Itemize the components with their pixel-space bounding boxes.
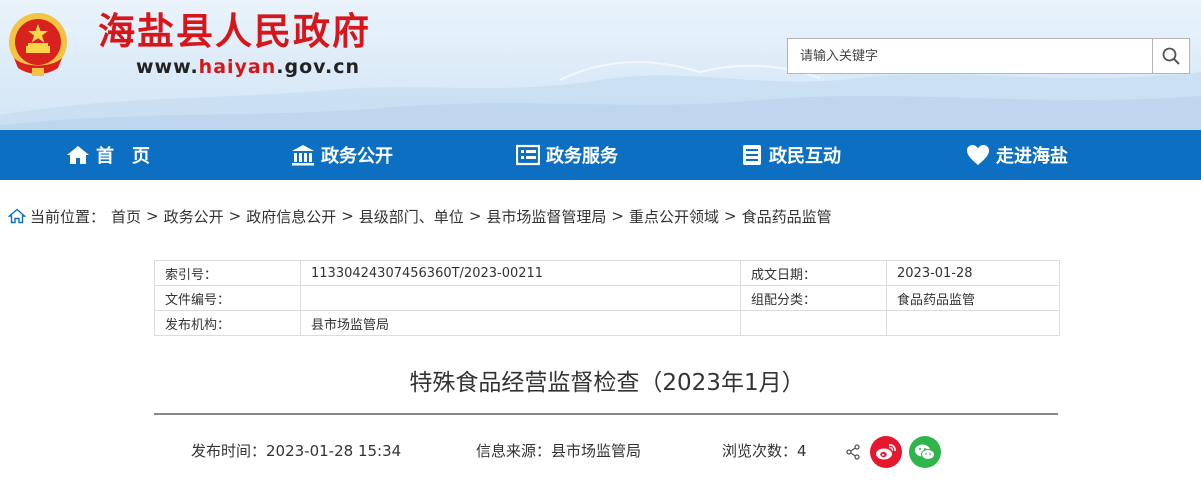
meta-key: 组配分类： [740,285,887,311]
meta-key: 发布机构： [154,310,301,336]
title-divider [154,413,1058,415]
heart-icon [967,145,989,165]
meta-value: 县市场监管局 [300,310,741,336]
building-icon [292,145,314,166]
nav-item-label: 政务服务 [546,146,618,167]
table-row: 文件编号： 组配分类： 食品药品监管 [154,285,1060,311]
breadcrumb: 当前位置： 首页 > 政务公开 > 政府信息公开 > 县级部门、单位 > 县市场… [8,205,832,227]
nav-item-home[interactable]: 首 页 [66,130,150,180]
site-url-highlight: haiyan [198,56,277,78]
breadcrumb-separator: > [341,207,354,225]
breadcrumb-item[interactable]: 县级部门、单位 [359,206,464,227]
share-weibo-button[interactable] [870,436,902,468]
meta-value: 食品药品监管 [886,285,1060,311]
national-emblem-logo [9,13,67,76]
meta-value [300,285,741,311]
meta-key: 索引号： [154,260,301,286]
meta-value [886,310,1060,336]
publish-time: 发布时间：2023-01-28 15:34 [191,442,402,460]
breadcrumb-separator: > [146,207,159,225]
breadcrumb-prefix: 当前位置： [30,207,106,226]
meta-key: 成文日期： [740,260,887,286]
breadcrumb-item[interactable]: 政府信息公开 [246,206,336,227]
breadcrumb-separator: > [611,207,624,225]
site-header: 海盐县人民政府 www.haiyan.gov.cn [0,0,1201,130]
breadcrumb-item[interactable]: 首页 [111,206,141,227]
nav-item-government-services[interactable]: 政务服务 [516,130,618,180]
nav-item-public-interaction[interactable]: 政民互动 [741,130,841,180]
meta-value: 11330424307456360T/2023-00211 [300,260,741,286]
breadcrumb-separator: > [724,207,737,225]
search-box [787,38,1190,74]
share-wechat-button[interactable] [909,436,941,468]
breadcrumb-item[interactable]: 食品药品监管 [742,206,832,227]
site-url: www.haiyan.gov.cn [136,56,360,78]
meta-key: 文件编号： [154,285,301,311]
table-row: 发布机构： 县市场监管局 [154,310,1060,336]
weibo-icon [876,444,896,460]
breadcrumb-separator: > [468,207,482,225]
document-meta-table: 索引号： 11330424307456360T/2023-00211 成文日期：… [154,260,1060,336]
info-source: 信息来源：县市场监管局 [476,442,642,460]
table-row: 索引号： 11330424307456360T/2023-00211 成文日期：… [154,260,1060,286]
document-icon [743,145,761,165]
nav-item-government-affairs[interactable]: 政务公开 [291,130,393,180]
nav-item-label: 政务公开 [321,146,393,167]
list-icon [516,144,540,166]
breadcrumb-separator: > [228,207,242,225]
nav-item-explore-haiyan[interactable]: 走进海盐 [966,130,1068,180]
view-count: 浏览次数：4 [722,442,807,460]
site-url-suffix: .gov.cn [276,56,360,78]
article-title: 特殊食品经营监督检查（2023年1月） [409,370,805,396]
meta-key [740,310,887,336]
breadcrumb-item[interactable]: 县市场监督管理局 [486,206,606,227]
share-icon [846,444,860,460]
nav-item-label: 走进海盐 [996,146,1068,167]
nav-item-label: 首 页 [96,146,150,167]
meta-value: 2023-01-28 [886,260,1060,286]
wechat-icon [915,444,935,460]
home-outline-icon [8,208,26,224]
search-input[interactable] [788,39,1152,73]
home-icon [67,146,89,164]
main-nav: 首 页 政务公开 政务服务 政民互动 走进海盐 [0,130,1201,180]
search-icon [1162,47,1180,65]
search-button[interactable] [1152,39,1189,73]
site-name: 海盐县人民政府 [98,10,371,53]
site-url-prefix: www. [136,56,199,78]
nav-item-label: 政民互动 [769,146,841,167]
breadcrumb-item[interactable]: 重点公开领域 [629,206,719,227]
breadcrumb-item[interactable]: 政务公开 [164,206,224,227]
